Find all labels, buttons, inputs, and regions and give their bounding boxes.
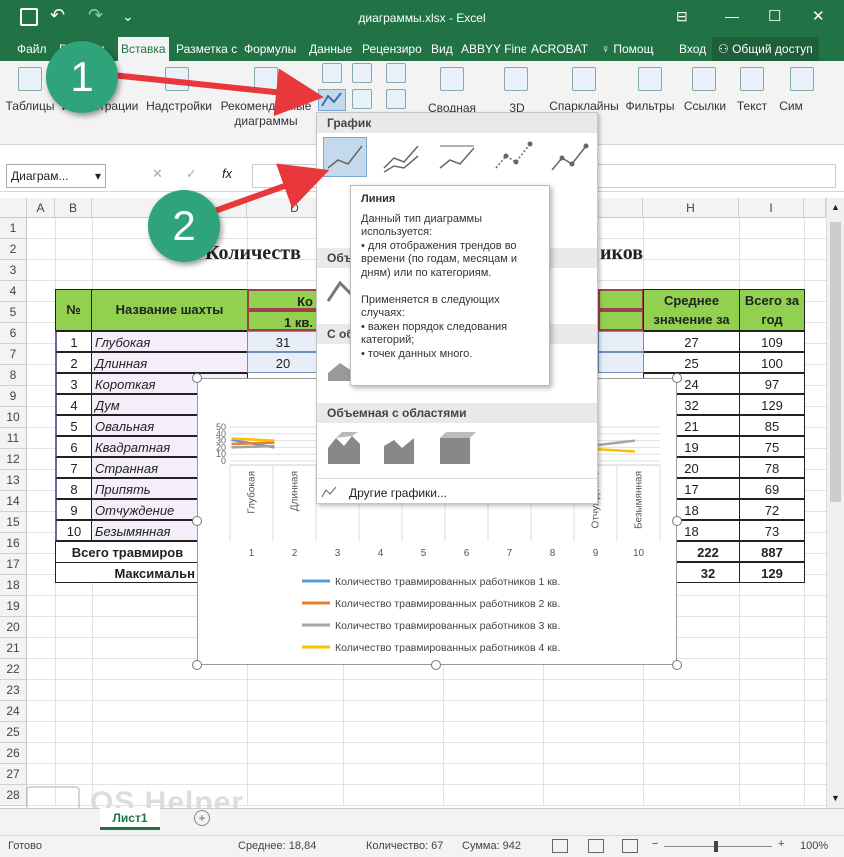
page-break-icon[interactable] bbox=[622, 839, 638, 853]
zoom-level[interactable]: 100% bbox=[800, 840, 828, 852]
zoom-slider-thumb[interactable] bbox=[714, 841, 718, 852]
zoom-slider[interactable] bbox=[664, 846, 772, 847]
page-layout-icon[interactable] bbox=[588, 839, 604, 853]
status-bar: Готово Среднее: 18,84 Количество: 67 Сум… bbox=[0, 835, 844, 857]
callout-1: 1 bbox=[46, 41, 118, 113]
status-ready: Готово bbox=[8, 840, 42, 852]
status-average: Среднее: 18,84 bbox=[238, 840, 317, 852]
sheet-tab-list1[interactable]: Лист1 bbox=[100, 808, 160, 830]
callout-2: 2 bbox=[148, 190, 220, 262]
status-count: Количество: 67 bbox=[366, 840, 444, 852]
annotation-arrows bbox=[111, 68, 330, 215]
add-sheet-icon[interactable]: + bbox=[194, 810, 210, 826]
arrow-2 bbox=[210, 163, 330, 215]
arrow-1 bbox=[111, 68, 324, 117]
status-sum: Сумма: 942 bbox=[462, 840, 522, 852]
zoom-out-icon[interactable]: − bbox=[652, 838, 658, 850]
normal-view-icon[interactable] bbox=[552, 839, 568, 853]
zoom-in-icon[interactable]: + bbox=[778, 838, 784, 850]
